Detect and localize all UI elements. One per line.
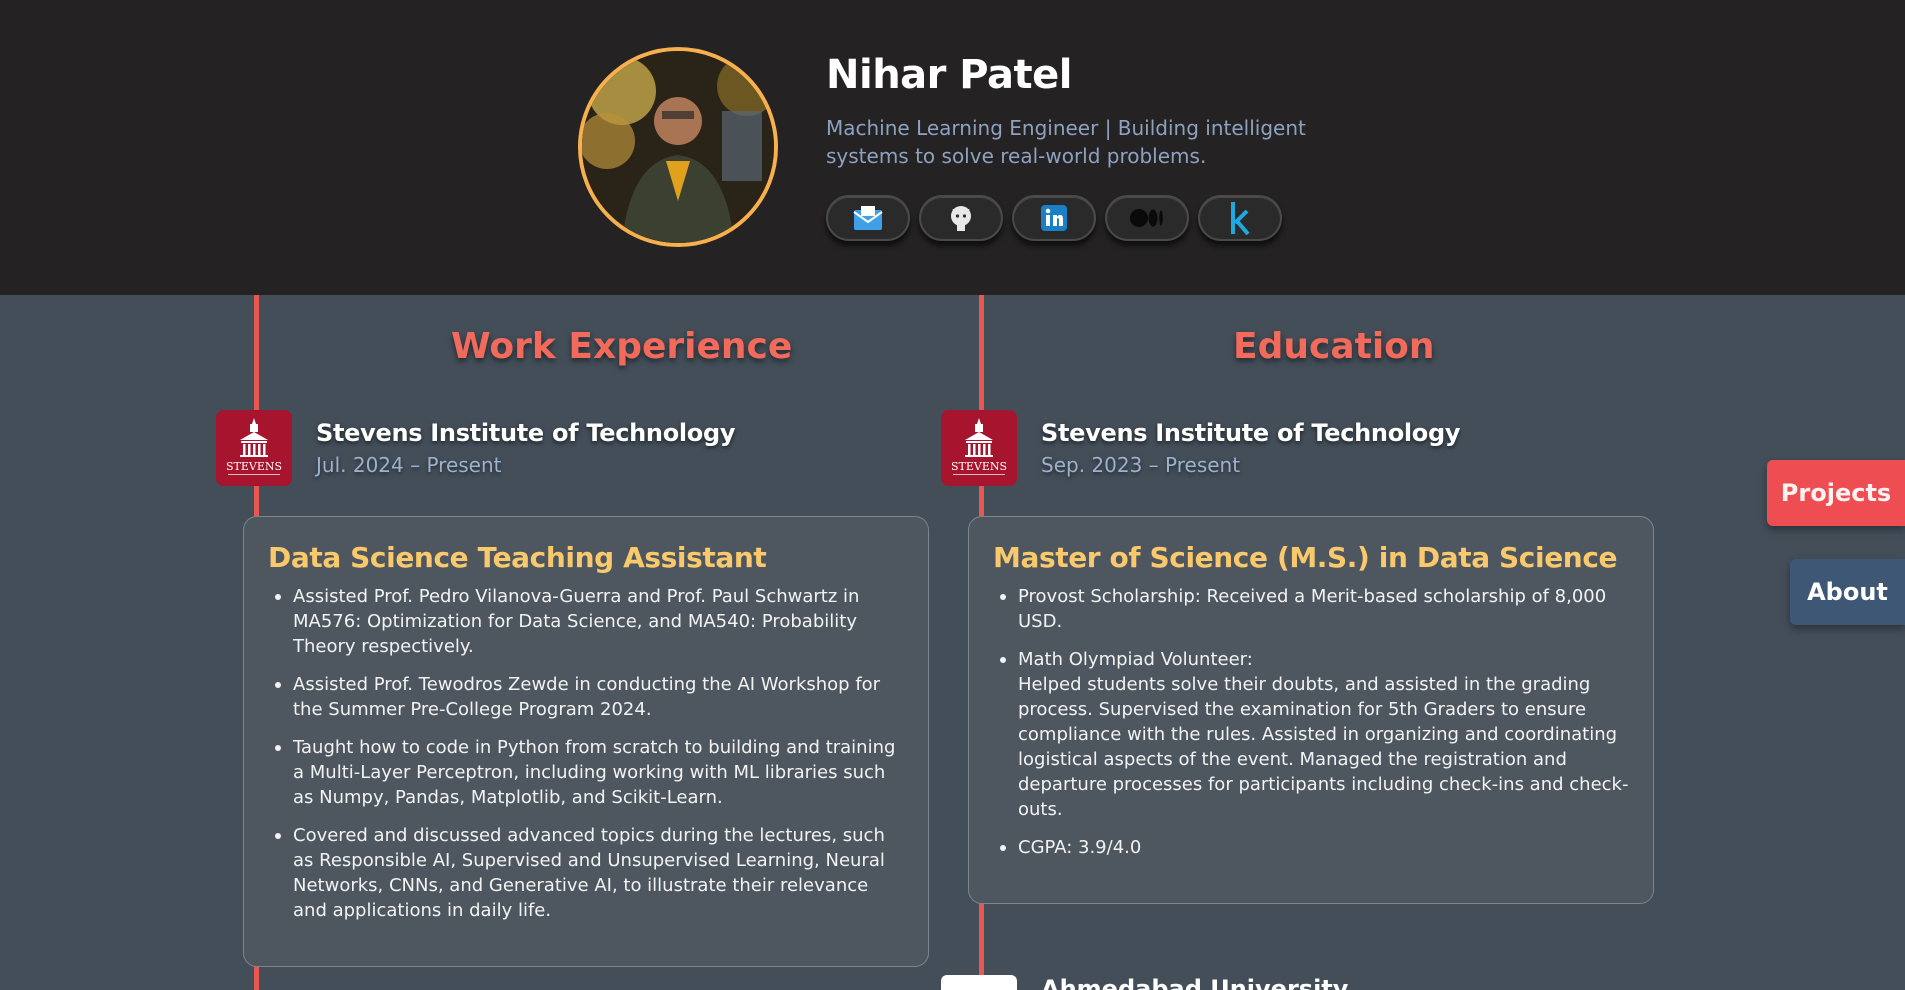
list-item-heading: Math Olympiad Volunteer: [1018, 649, 1253, 670]
work-card: Data Science Teaching Assistant Assisted… [243, 516, 929, 967]
list-item: Provost Scholarship: Received a Merit-ba… [993, 584, 1629, 634]
work-role-title: Data Science Teaching Assistant [268, 541, 767, 574]
list-item: Covered and discussed advanced topics du… [268, 823, 904, 923]
stevens-logo: STEVENS [941, 410, 1017, 486]
medium-button[interactable] [1105, 195, 1189, 241]
list-item: CGPA: 3.9/4.0 [993, 835, 1629, 860]
education-org-name: Stevens Institute of Technology [1041, 419, 1461, 447]
projects-nav-button[interactable]: Projects [1767, 460, 1905, 526]
degree-title: Master of Science (M.S.) in Data Science [993, 541, 1618, 574]
profile-name: Nihar Patel [826, 52, 1073, 98]
education-card: Master of Science (M.S.) in Data Science… [968, 516, 1654, 904]
svg-text:STEVENS: STEVENS [951, 460, 1007, 473]
medium-icon [1130, 209, 1163, 227]
svg-text:STEVENS: STEVENS [226, 460, 282, 473]
email-icon [853, 206, 883, 230]
work-org-date: Jul. 2024 – Present [316, 453, 502, 477]
profile-header: Nihar Patel Machine Learning Engineer | … [0, 0, 1905, 295]
education-org-date: Sep. 2023 – Present [1041, 453, 1241, 477]
social-links [826, 195, 1282, 241]
list-item: Taught how to code in Python from scratc… [268, 735, 904, 810]
list-item: Assisted Prof. Tewodros Zewde in conduct… [268, 672, 904, 722]
next-org-name: Ahmedabad University [1041, 975, 1349, 990]
about-nav-button[interactable]: About [1790, 559, 1905, 625]
linkedin-button[interactable] [1012, 195, 1096, 241]
list-item: Assisted Prof. Pedro Vilanova-Guerra and… [268, 584, 904, 659]
list-item-body: Helped students solve their doubts, and … [1018, 674, 1629, 820]
github-button[interactable] [919, 195, 1003, 241]
education-section-title: Education [1233, 326, 1435, 367]
stevens-logo: STEVENS [216, 410, 292, 486]
work-org-name: Stevens Institute of Technology [316, 419, 736, 447]
education-bullet-list: Provost Scholarship: Received a Merit-ba… [993, 584, 1629, 860]
email-button[interactable] [826, 195, 910, 241]
github-icon [951, 206, 971, 231]
work-bullet-list: Assisted Prof. Pedro Vilanova-Guerra and… [268, 584, 904, 923]
list-item: Math Olympiad Volunteer: Helped students… [993, 647, 1629, 822]
kaggle-icon [1231, 202, 1250, 235]
profile-tagline: Machine Learning Engineer | Building int… [826, 116, 1306, 168]
profile-avatar [578, 47, 778, 247]
work-section-title: Work Experience [451, 326, 793, 367]
linkedin-icon [1041, 205, 1067, 231]
next-org-logo [941, 975, 1017, 990]
kaggle-button[interactable] [1198, 195, 1282, 241]
